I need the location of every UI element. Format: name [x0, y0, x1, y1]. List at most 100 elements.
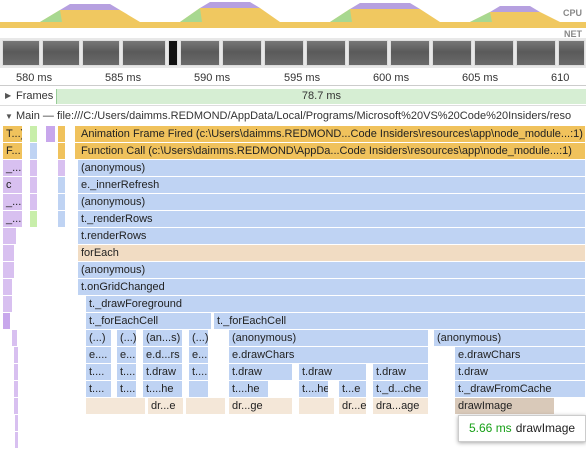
flame-event[interactable]: e.drawChars: [229, 347, 429, 363]
animation-frame-fired-event[interactable]: Animation Frame Fired (c:\Users\daimms.R…: [75, 126, 586, 142]
flame-event[interactable]: [58, 194, 66, 210]
flame-event[interactable]: t....: [86, 381, 112, 397]
flame-event[interactable]: t....he: [229, 381, 269, 397]
flame-event[interactable]: t....he: [299, 381, 329, 397]
flame-event[interactable]: dra...age: [373, 398, 429, 414]
flame-event[interactable]: dr...ge: [229, 398, 293, 414]
screenshot-thumbnail[interactable]: [264, 40, 304, 66]
flame-event[interactable]: [58, 126, 66, 142]
flame-event[interactable]: t.draw: [229, 364, 293, 380]
flame-event[interactable]: [30, 194, 38, 210]
flame-event[interactable]: [58, 143, 66, 159]
function-call-event[interactable]: Function Call (c:\Users\daimms.REDMOND\A…: [75, 143, 586, 159]
flame-event[interactable]: t....: [117, 381, 137, 397]
flame-event[interactable]: [14, 364, 19, 380]
flame-event[interactable]: [58, 211, 66, 227]
flame-event[interactable]: t.draw: [455, 364, 586, 380]
flame-event[interactable]: [14, 398, 19, 414]
screenshot-thumbnail[interactable]: [42, 40, 80, 66]
flame-event[interactable]: (...): [86, 330, 112, 346]
flame-event[interactable]: t._drawForeground: [86, 296, 586, 312]
flame-event[interactable]: [3, 279, 13, 295]
flame-event[interactable]: t.draw: [299, 364, 367, 380]
flame-event[interactable]: t._renderRows: [78, 211, 586, 227]
flame-event[interactable]: _...: [3, 194, 23, 210]
flame-event[interactable]: t.draw: [143, 364, 183, 380]
flame-event[interactable]: t._forEachCell: [86, 313, 212, 329]
flame-event[interactable]: F...: [3, 143, 23, 159]
flame-event[interactable]: [30, 177, 38, 193]
flame-event[interactable]: t._forEachCell: [214, 313, 586, 329]
screenshot-thumbnail[interactable]: [348, 40, 388, 66]
screenshot-thumbnail[interactable]: [168, 40, 178, 66]
flame-event[interactable]: t._d...che: [373, 381, 429, 397]
flame-event[interactable]: e.drawChars: [455, 347, 586, 363]
flame-event[interactable]: (anonymous): [229, 330, 429, 346]
flame-event[interactable]: [30, 160, 38, 176]
timeline-overview[interactable]: CPU NET: [0, 0, 586, 68]
flame-event[interactable]: (anonymous): [434, 330, 586, 346]
flame-event[interactable]: [30, 211, 38, 227]
flame-event[interactable]: dr...e: [339, 398, 367, 414]
flame-event[interactable]: t....: [86, 364, 112, 380]
screenshot-thumbnail[interactable]: [306, 40, 346, 66]
flame-event[interactable]: (anonymous): [78, 194, 586, 210]
flame-event[interactable]: t.renderRows: [78, 228, 586, 244]
flame-event[interactable]: [46, 126, 56, 142]
flame-event[interactable]: _...: [3, 160, 23, 176]
flame-event[interactable]: t....he: [143, 381, 183, 397]
screenshot-filmstrip[interactable]: [0, 38, 586, 68]
screenshot-thumbnail[interactable]: [558, 40, 585, 66]
flame-event[interactable]: [15, 432, 19, 448]
flame-event[interactable]: [3, 296, 13, 312]
flame-event[interactable]: [299, 398, 335, 414]
flame-event[interactable]: t._drawFromCache: [455, 381, 586, 397]
screenshot-thumbnail[interactable]: [432, 40, 472, 66]
frames-track[interactable]: ▶ Frames 78.7 ms: [0, 87, 586, 106]
flame-event[interactable]: [3, 262, 15, 278]
expand-triangle-icon[interactable]: ▶: [5, 91, 11, 100]
screenshot-thumbnail[interactable]: [2, 40, 40, 66]
screenshot-thumbnail[interactable]: [222, 40, 262, 66]
screenshot-thumbnail[interactable]: [180, 40, 220, 66]
flame-event[interactable]: _...: [3, 211, 23, 227]
flame-event[interactable]: e....: [117, 347, 137, 363]
flame-event[interactable]: [14, 381, 19, 397]
flame-event[interactable]: (...): [189, 330, 209, 346]
flame-event[interactable]: e....: [189, 347, 209, 363]
flame-chart[interactable]: T...) F... _... c _... _... Animation Fr…: [0, 124, 586, 453]
flame-event[interactable]: c: [3, 177, 23, 193]
flame-event[interactable]: T...): [3, 126, 23, 142]
flame-event[interactable]: [12, 330, 18, 346]
flame-event[interactable]: t...e: [339, 381, 367, 397]
flame-event[interactable]: forEach: [78, 245, 586, 261]
flame-event[interactable]: (anonymous): [78, 262, 586, 278]
flame-event[interactable]: [186, 398, 226, 414]
flame-event[interactable]: [3, 313, 11, 329]
flame-event[interactable]: t....: [117, 364, 137, 380]
flame-event[interactable]: [86, 398, 146, 414]
flame-event[interactable]: [30, 126, 38, 142]
flame-event[interactable]: (an...s): [143, 330, 183, 346]
flame-event[interactable]: [58, 160, 66, 176]
screenshot-thumbnail[interactable]: [390, 40, 430, 66]
flame-event[interactable]: (...): [117, 330, 137, 346]
flame-event[interactable]: [15, 415, 19, 431]
flame-event[interactable]: [58, 177, 66, 193]
flame-event[interactable]: e._innerRefresh: [78, 177, 586, 193]
collapse-triangle-icon[interactable]: ▼: [5, 112, 13, 121]
flame-event[interactable]: (anonymous): [78, 160, 586, 176]
screenshot-thumbnail[interactable]: [474, 40, 514, 66]
frame-bar[interactable]: 78.7 ms: [56, 89, 586, 104]
flame-event[interactable]: e....: [86, 347, 112, 363]
flame-event[interactable]: t.onGridChanged: [78, 279, 586, 295]
flame-event[interactable]: [3, 228, 17, 244]
flame-event[interactable]: t....: [189, 364, 209, 380]
screenshot-thumbnail[interactable]: [82, 40, 120, 66]
screenshot-thumbnail[interactable]: [516, 40, 556, 66]
main-track-header[interactable]: ▼ Main — file:///C:/Users/daimms.REDMOND…: [0, 108, 586, 124]
flame-event[interactable]: [189, 381, 209, 397]
flame-event[interactable]: t.draw: [373, 364, 429, 380]
flame-event[interactable]: e.d...rs: [143, 347, 183, 363]
flame-event[interactable]: dr...e: [148, 398, 184, 414]
